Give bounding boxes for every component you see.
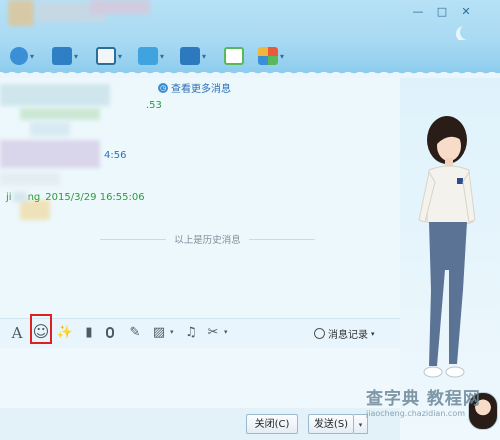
video-clip-button[interactable]: ▮ [80,324,98,342]
avatar-badge [457,178,463,184]
chevron-down-icon[interactable]: ▾ [202,52,206,61]
sender-name-end: ng [27,192,41,203]
avatar-left-shoe [423,366,443,378]
watermark-sub: jiaocheng.chazidian.com [366,409,466,418]
music-button[interactable]: ♫ [182,324,200,342]
chevron-down-icon[interactable]: ▾ [118,52,122,61]
chevron-down-icon: ▾ [371,329,375,338]
blurred-message-block [20,200,50,220]
blurred-message-block [30,122,70,136]
toolbar-edge-decoration [0,68,500,78]
minimize-button[interactable]: — [412,6,424,18]
divider-line [248,238,316,240]
magic-expression-button[interactable]: ✨ [56,324,74,342]
message-sender-line: ji ng 2015/3/29 16:55:06 [6,192,145,203]
message-timestamp: 4:56 [104,150,127,161]
clock-icon [314,328,325,339]
monitor-icon [96,47,116,65]
remote-desktop-icon [180,47,200,65]
close-button[interactable]: 关闭(C) [246,414,298,434]
chevron-down-icon[interactable]: ▾ [74,52,78,61]
file-transfer-icon [138,47,158,65]
toolbar-item-file-transfer[interactable]: ▾ [138,45,176,67]
message-timestamp: .53 [146,100,162,111]
avatar-jeans [429,222,467,366]
screenshot-button[interactable]: ✂ [204,324,222,342]
avatar-right-shoe [445,366,465,378]
history-divider-label: 以上是历史消息 [174,235,241,246]
history-divider: 以上是历史消息 [100,232,316,246]
toolbar-item-new-chat[interactable] [224,45,262,67]
title-bar: — □ ✕ [0,0,500,40]
message-input[interactable] [0,348,400,408]
more-messages-link[interactable]: ◷ 查看更多消息 [158,80,231,95]
chevron-down-icon[interactable]: ▾ [160,52,164,61]
chevron-down-icon[interactable]: ▾ [280,52,284,61]
contact-status [90,0,150,14]
send-button[interactable]: 发送(S) [308,414,354,434]
chevron-down-icon[interactable]: ▾ [30,52,34,61]
blurred-message-block [0,172,60,186]
screen-share-icon [52,47,72,65]
blurred-message-block [0,140,100,168]
close-window-button[interactable]: ✕ [460,6,472,18]
toolbar-item-remote-desktop[interactable]: ▾ [180,45,218,67]
clock-history-icon: ◷ [158,82,168,93]
message-timestamp: 2015/3/29 16:55:06 [45,192,145,203]
blurred-message-block [0,84,110,106]
more-messages-label: 查看更多消息 [171,84,231,95]
message-log-button[interactable]: 消息记录 ▾ [314,326,375,341]
apps-grid-icon [258,47,278,65]
microphone-icon[interactable] [106,327,114,338]
maximize-button[interactable]: □ [436,6,448,18]
blurred-message-block [20,108,100,120]
emoji-highlight-box [30,314,52,344]
toolbar-item-video[interactable]: ▾ [10,45,48,67]
sender-name-start: ji [6,192,12,203]
chat-add-icon [224,47,244,65]
font-button[interactable]: A [8,324,26,342]
watermark: 查字典 教程网 jiaocheng.chazidian.com [366,384,481,418]
image-button[interactable]: ▨ [150,324,168,342]
message-log-label: 消息记录 [328,330,368,341]
moon-decoration-icon [460,24,476,40]
toolbar-item-apps[interactable]: ▾ [258,45,296,67]
chevron-down-icon[interactable]: ▾ [170,328,174,336]
toolbar-item-screen[interactable]: ▾ [52,45,90,67]
video-call-icon [10,47,28,65]
qq-show-avatar[interactable] [405,110,490,390]
toolbar-item-video-chat[interactable]: ▾ [96,45,134,67]
watermark-main: 查字典 教程网 [366,389,481,409]
edit-button[interactable]: ✎ [126,324,144,342]
chevron-down-icon[interactable]: ▾ [224,328,228,336]
contact-avatar[interactable] [8,0,34,26]
divider-line [100,238,167,240]
sender-name-hidden [12,192,27,202]
